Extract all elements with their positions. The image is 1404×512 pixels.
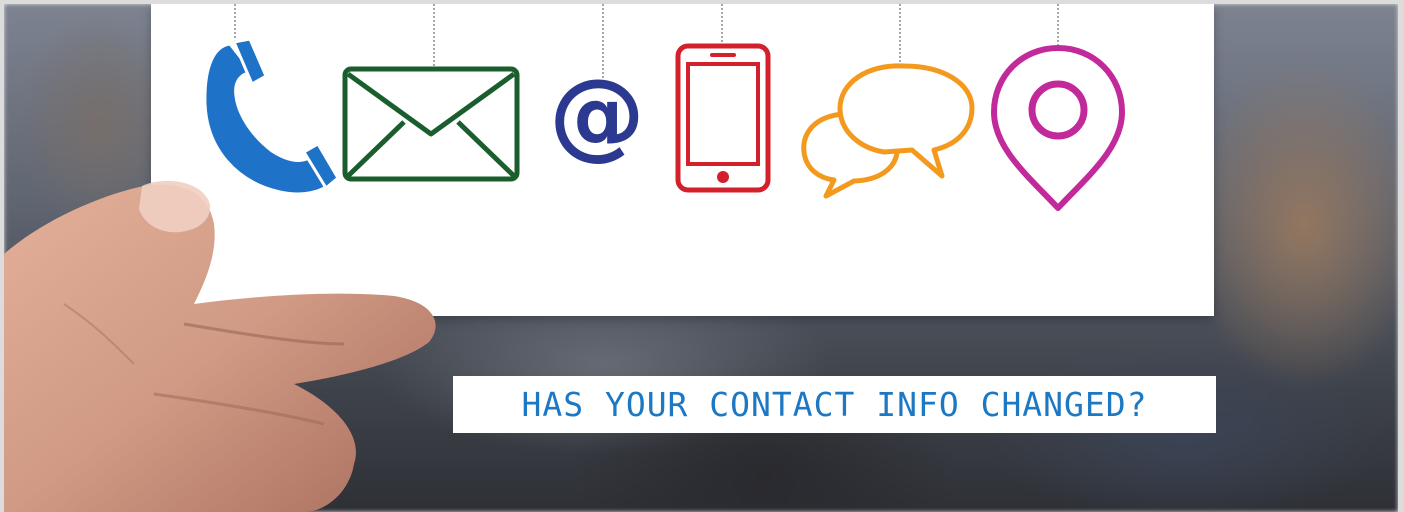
hand-holding-card	[4, 180, 436, 512]
headline-text: HAS YOUR CONTACT INFO CHANGED?	[521, 385, 1148, 424]
headline-banner: HAS YOUR CONTACT INFO CHANGED?	[453, 376, 1216, 433]
photo-frame: @ HAS YOUR CONTACT INFO CHANGED?	[4, 4, 1398, 512]
